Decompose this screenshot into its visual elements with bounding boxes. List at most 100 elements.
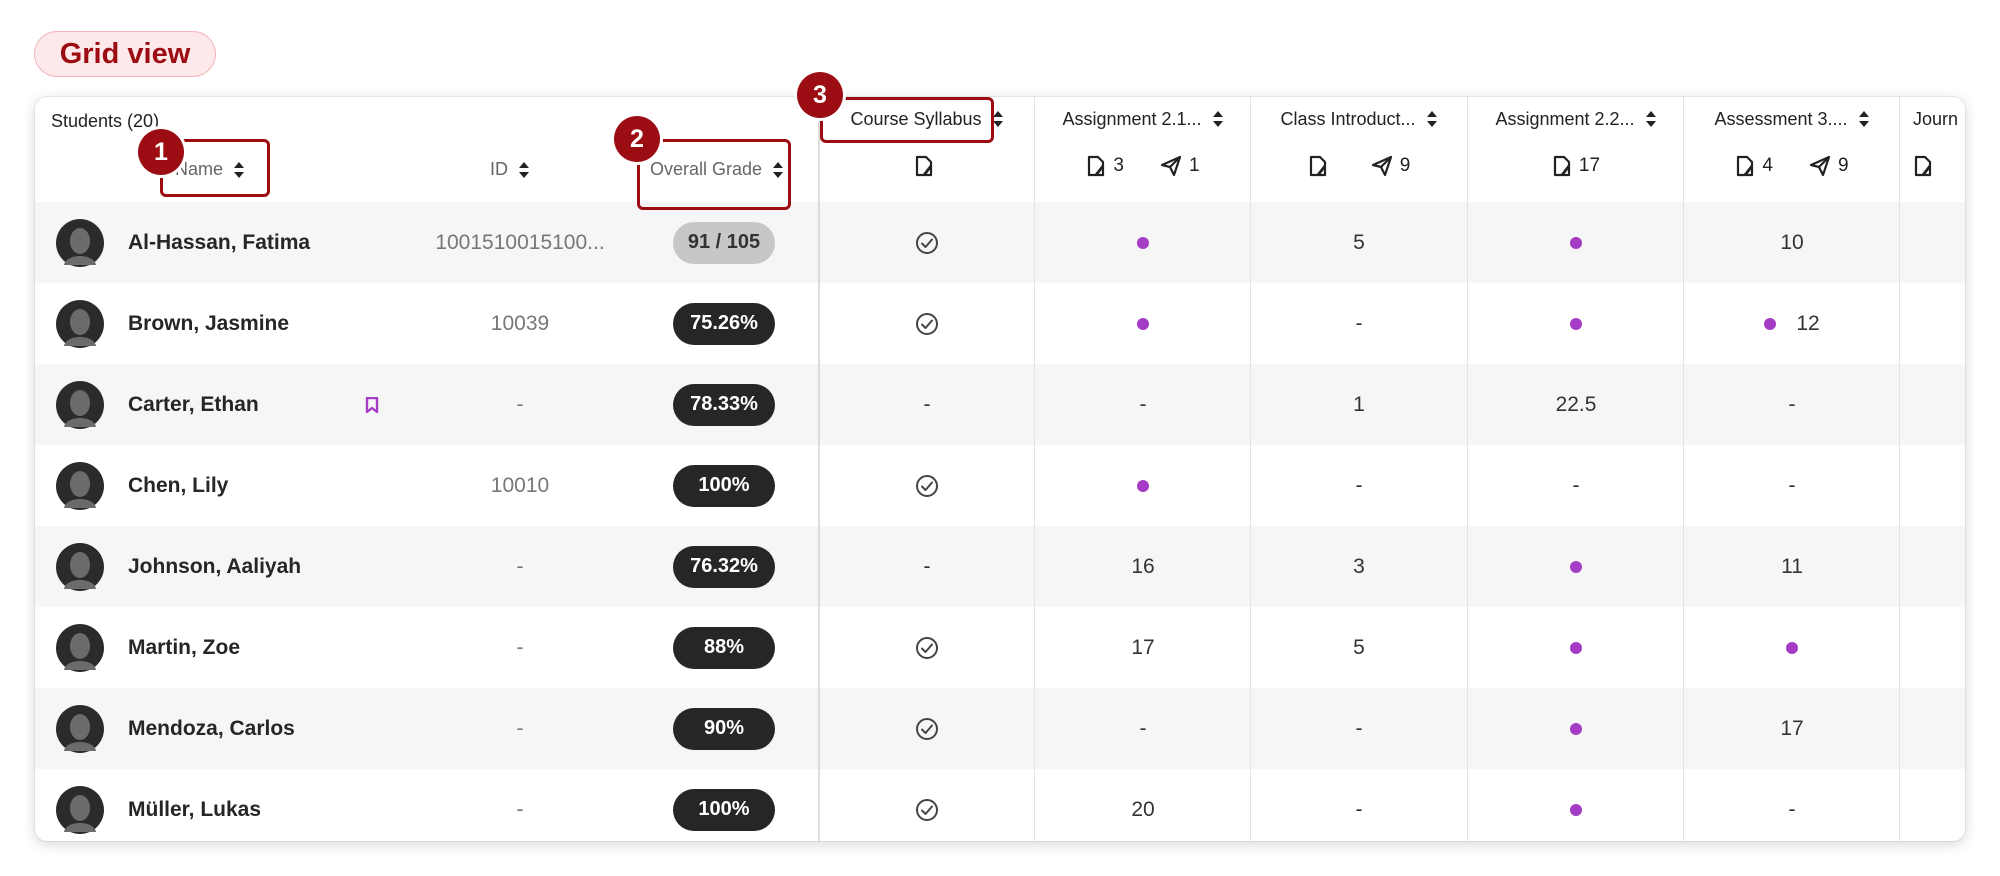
overall-grade-pill[interactable]: 78.33% xyxy=(673,383,775,426)
grade-cell[interactable]: 11 xyxy=(1685,526,1899,607)
grade-cell[interactable]: - xyxy=(1036,688,1250,769)
student-name[interactable]: Brown, Jasmine xyxy=(128,312,289,336)
overall-grade-pill[interactable]: 88% xyxy=(673,626,775,669)
overall-grade-cell[interactable]: 76.32% xyxy=(673,526,775,607)
grade-cell[interactable] xyxy=(1469,283,1683,364)
item-column-header[interactable]: Journ xyxy=(1913,107,1965,131)
student-id: 10039 xyxy=(490,311,550,335)
grade-cell[interactable]: - xyxy=(1685,364,1899,445)
student-name-cell[interactable]: Brown, Jasmine xyxy=(128,283,368,364)
grade-cell[interactable] xyxy=(820,202,1034,283)
needs-grading-dot xyxy=(1786,641,1798,654)
overall-grade-cell[interactable]: 78.33% xyxy=(673,364,775,445)
student-name[interactable]: Müller, Lukas xyxy=(128,798,261,822)
student-name-cell[interactable]: Mendoza, Carlos xyxy=(128,688,368,769)
grade-cell[interactable]: 17 xyxy=(1685,688,1899,769)
overall-grade-cell[interactable]: 91 / 105 xyxy=(673,202,775,283)
grade-value: - xyxy=(1788,473,1796,497)
avatar xyxy=(56,445,104,526)
grade-cell[interactable]: - xyxy=(820,364,1034,445)
grade-value: - xyxy=(1355,311,1363,335)
table-row[interactable]: Johnson, Aaliyah - 76.32% - 16 3 11 xyxy=(35,526,1965,607)
student-name-cell[interactable]: Chen, Lily xyxy=(128,445,368,526)
overall-grade-cell[interactable]: 90% xyxy=(673,688,775,769)
table-row[interactable]: Mendoza, Carlos - 90% - - 17 xyxy=(35,688,1965,769)
grade-cell[interactable]: 1 xyxy=(1252,364,1466,445)
grade-cell[interactable]: - xyxy=(1252,283,1466,364)
student-name[interactable]: Mendoza, Carlos xyxy=(128,717,295,741)
id-sort-header[interactable]: ID xyxy=(490,159,530,180)
table-row[interactable]: Müller, Lukas - 100% 20 - - xyxy=(35,769,1965,841)
student-id-cell: 10010 xyxy=(420,445,620,526)
overall-grade-cell[interactable]: 100% xyxy=(673,769,775,841)
overall-grade-pill[interactable]: 100% xyxy=(673,788,775,831)
overall-grade-cell[interactable]: 100% xyxy=(673,445,775,526)
student-name[interactable]: Johnson, Aaliyah xyxy=(128,555,301,579)
grade-cell[interactable]: - xyxy=(1685,769,1899,841)
overall-grade-cell[interactable]: 75.26% xyxy=(673,283,775,364)
grade-cell[interactable] xyxy=(820,769,1034,841)
grade-cell[interactable]: 12 xyxy=(1685,283,1899,364)
student-id: - xyxy=(516,392,524,416)
grade-cell[interactable] xyxy=(1469,769,1683,841)
student-name[interactable]: Al-Hassan, Fatima xyxy=(128,231,310,255)
overall-grade-pill[interactable]: 91 / 105 xyxy=(673,221,775,264)
grade-cell[interactable]: - xyxy=(1252,688,1466,769)
grade-cell[interactable] xyxy=(1036,283,1250,364)
table-row[interactable]: Chen, Lily 10010 100% - - - xyxy=(35,445,1965,526)
grade-cell[interactable] xyxy=(1036,445,1250,526)
grade-cell[interactable]: - xyxy=(1252,769,1466,841)
grade-cell[interactable]: 22.5 xyxy=(1469,364,1683,445)
student-name[interactable]: Martin, Zoe xyxy=(128,636,240,660)
table-row[interactable]: Carter, Ethan - 78.33% - - 1 22.5 - xyxy=(35,364,1965,445)
avatar-silhouette-icon xyxy=(56,623,104,672)
grade-cell[interactable] xyxy=(820,688,1034,769)
item-column-header-label: Journ xyxy=(1913,108,1959,129)
grade-cell[interactable]: 10 xyxy=(1685,202,1899,283)
overall-grade-pill[interactable]: 100% xyxy=(673,464,775,507)
grade-cell[interactable]: 5 xyxy=(1252,607,1466,688)
grade-cell[interactable] xyxy=(1469,607,1683,688)
student-id-cell: 10039 xyxy=(420,283,620,364)
student-name-cell[interactable]: Johnson, Aaliyah xyxy=(128,526,368,607)
student-name-cell[interactable]: Al-Hassan, Fatima xyxy=(128,202,368,283)
grade-cell[interactable]: - xyxy=(1469,445,1683,526)
overall-grade-cell[interactable]: 88% xyxy=(673,607,775,688)
grade-cell[interactable] xyxy=(820,283,1034,364)
grade-cell[interactable]: 20 xyxy=(1036,769,1250,841)
bookmark-flag[interactable] xyxy=(364,364,380,445)
overall-grade-pill[interactable]: 90% xyxy=(673,707,775,750)
student-name-cell[interactable]: Müller, Lukas xyxy=(128,769,368,841)
grade-cell[interactable] xyxy=(1036,202,1250,283)
grade-cell[interactable] xyxy=(1469,202,1683,283)
student-name-cell[interactable]: Carter, Ethan xyxy=(128,364,368,445)
grade-cell[interactable]: - xyxy=(1252,445,1466,526)
grade-cell[interactable] xyxy=(1469,526,1683,607)
grade-cell[interactable]: - xyxy=(820,526,1034,607)
item-column-header[interactable]: Assignment 2.2... xyxy=(1469,107,1683,131)
overall-grade-pill[interactable]: 75.26% xyxy=(673,302,775,345)
grade-cell[interactable]: - xyxy=(1036,364,1250,445)
item-column-header[interactable]: Assignment 2.1... xyxy=(1036,107,1250,131)
grade-cell[interactable]: 5 xyxy=(1252,202,1466,283)
grade-cell[interactable] xyxy=(1685,607,1899,688)
grade-cell[interactable] xyxy=(820,445,1034,526)
item-column-header[interactable]: Class Introduct... xyxy=(1252,107,1466,131)
student-name[interactable]: Carter, Ethan xyxy=(128,393,259,417)
grade-cell[interactable] xyxy=(1469,688,1683,769)
grade-cell[interactable]: - xyxy=(1685,445,1899,526)
table-row[interactable]: Martin, Zoe - 88% 17 5 xyxy=(35,607,1965,688)
grade-cell[interactable]: 17 xyxy=(1036,607,1250,688)
table-row[interactable]: Brown, Jasmine 10039 75.26% - 12 xyxy=(35,283,1965,364)
avatar xyxy=(56,769,104,841)
avatar-silhouette-icon xyxy=(56,542,104,591)
grade-cell[interactable] xyxy=(820,607,1034,688)
student-name-cell[interactable]: Martin, Zoe xyxy=(128,607,368,688)
needs-grading-dot xyxy=(1764,317,1777,330)
grade-cell[interactable]: 3 xyxy=(1252,526,1466,607)
grade-cell[interactable]: 16 xyxy=(1036,526,1250,607)
overall-grade-pill[interactable]: 76.32% xyxy=(673,545,775,588)
student-name[interactable]: Chen, Lily xyxy=(128,474,228,498)
item-column-header[interactable]: Assessment 3.... xyxy=(1685,107,1899,131)
table-row[interactable]: Al-Hassan, Fatima 1001510015100... 91 / 10… xyxy=(35,202,1965,283)
